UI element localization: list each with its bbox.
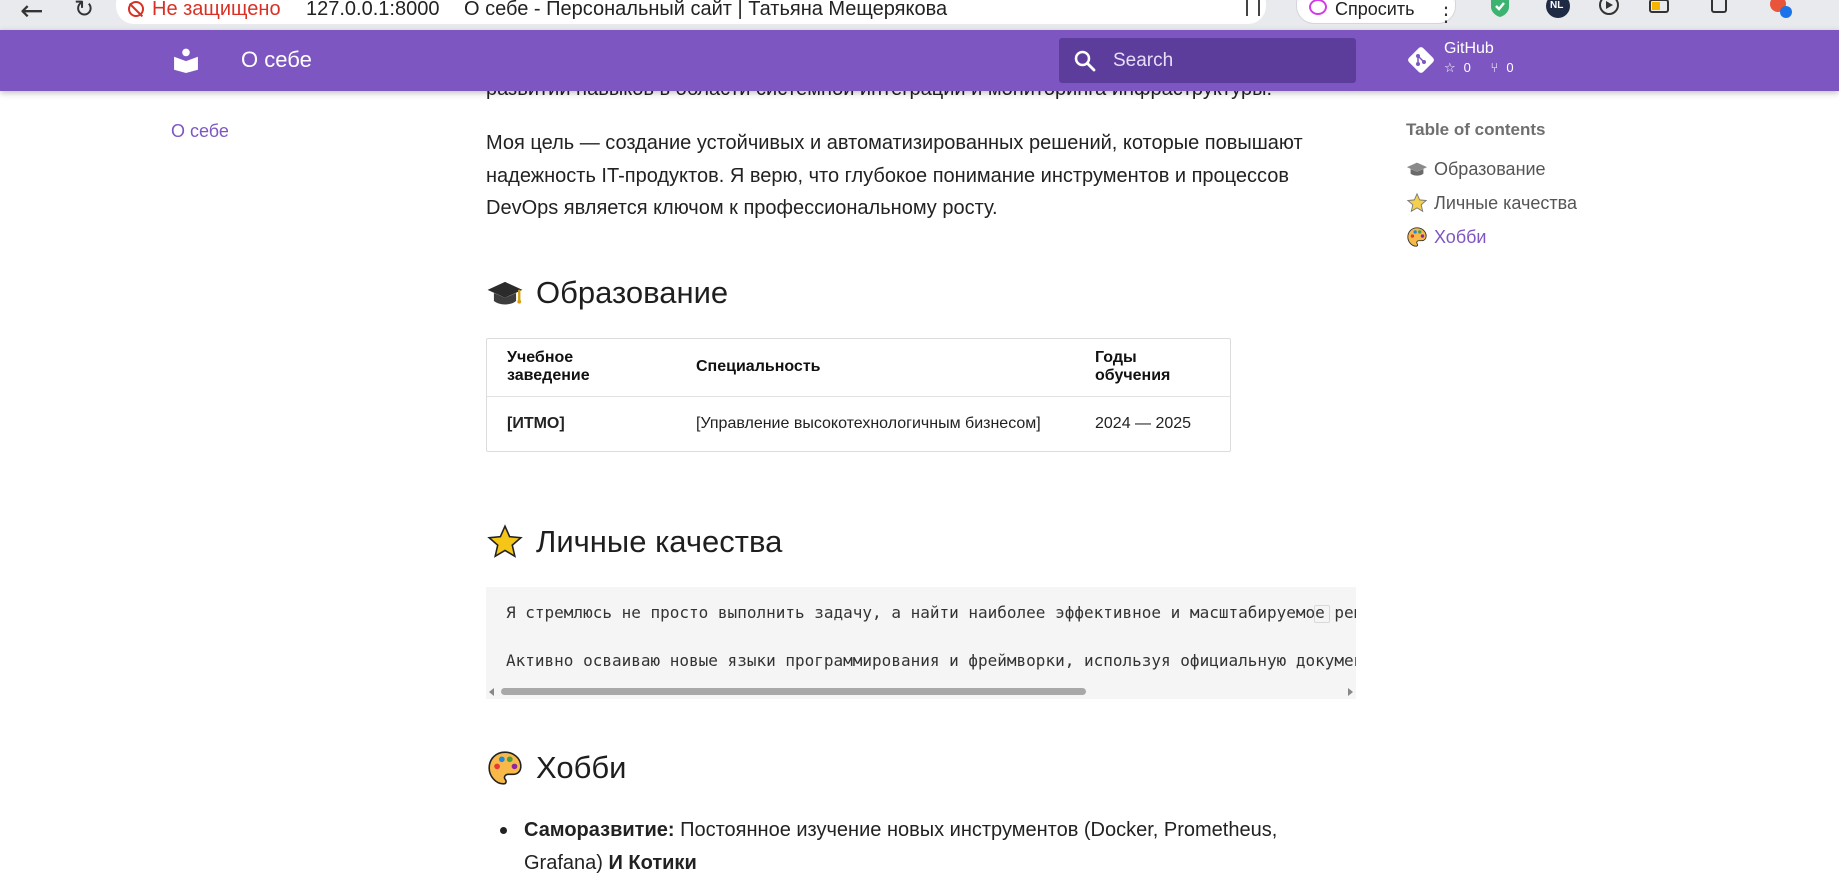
hobby-heading: Хобби	[486, 749, 626, 787]
left-nav-item-about[interactable]: О себе	[171, 121, 229, 142]
search-icon	[1073, 49, 1097, 73]
toc-title: Table of contents	[1406, 120, 1546, 139]
cell-years: 2024 — 2025	[1095, 415, 1192, 433]
browser-toolbar: ← ↻ Не защищено 127.0.0.1:8000 О себе - …	[0, 0, 1839, 30]
toc-item-label: Личные качества	[1434, 192, 1578, 213]
page-title-text: О себе - Персональный сайт | Татьяна Мещ…	[464, 0, 948, 20]
search-box[interactable]	[1059, 38, 1356, 83]
shield-extension-icon[interactable]	[1488, 0, 1512, 18]
bookmark-icon[interactable]	[1246, 0, 1260, 16]
toc-item-hobby[interactable]: Хобби	[1406, 220, 1706, 254]
qualities-code-block[interactable]: Я стремлюсь не просто выполнить задачу, …	[486, 587, 1356, 699]
table-row: [ИТМО] [Управление высокотехнологичным б…	[487, 396, 1230, 452]
graduation-cap-icon	[1406, 158, 1428, 180]
address-bar[interactable]: Не защищено 127.0.0.1:8000 О себе - Перс…	[116, 0, 1266, 24]
copy-icon[interactable]	[1314, 605, 1330, 623]
column-header-years: Годы обучения	[1075, 339, 1230, 397]
search-input[interactable]	[1113, 38, 1343, 83]
header-title: О себе	[241, 47, 312, 72]
hobby-list: Саморазвитие: Постоянное изучение новых …	[486, 814, 1346, 879]
star-count-group: ☆ 0	[1444, 60, 1479, 75]
fork-count-group: ⑂ 0	[1491, 60, 1522, 75]
reload-icon[interactable]: ↻	[74, 0, 94, 23]
star-icon	[486, 523, 524, 561]
book-logo-icon[interactable]	[173, 47, 199, 73]
profile-extension-icon[interactable]	[1768, 0, 1792, 18]
back-arrow-icon[interactable]: ←	[20, 0, 43, 27]
cell-institution: [ИТМО]	[507, 415, 565, 433]
graduation-cap-icon	[486, 274, 524, 312]
ask-icon	[1309, 0, 1327, 15]
qualities-heading: Личные качества	[486, 523, 782, 561]
horizontal-scrollbar[interactable]	[486, 685, 1356, 699]
qualities-heading-text: Личные качества	[536, 524, 783, 559]
column-header-institution: Учебное заведение	[487, 339, 676, 397]
repo-name: GitHub	[1444, 40, 1494, 57]
hobby-item-tail: И Котики	[608, 851, 697, 874]
toc-item-label: Хобби	[1434, 226, 1487, 247]
scrollbar-thumb[interactable]	[501, 688, 1086, 695]
table-of-contents: Table of contents Образование Личные кач…	[1406, 120, 1706, 254]
education-heading-text: Образование	[536, 275, 729, 310]
battery-extension-icon[interactable]	[1648, 0, 1672, 18]
hobby-item-label: Саморазвитие:	[524, 819, 675, 841]
media-extension-icon[interactable]	[1598, 0, 1622, 18]
goal-paragraph: Моя цель — создание устойчивых и автомат…	[486, 132, 1303, 219]
star-icon: ☆	[1444, 60, 1456, 75]
scroll-right-arrow-icon[interactable]	[1348, 688, 1353, 696]
palette-icon	[1406, 226, 1428, 248]
not-secure-icon	[128, 1, 144, 17]
column-header-specialty: Специальность	[676, 339, 1075, 397]
code-line: Активно осваиваю новые языки программиро…	[506, 651, 1356, 670]
code-line: Я стремлюсь не просто выполнить задачу, …	[506, 603, 1356, 622]
fork-count: 0	[1506, 60, 1514, 75]
ask-label: Спросить	[1335, 0, 1415, 19]
toc-item-label: Образование	[1434, 158, 1546, 179]
scroll-left-arrow-icon[interactable]	[489, 688, 494, 696]
repo-facts: ☆ 0 ⑂ 0	[1444, 60, 1530, 76]
hobby-heading-text: Хобби	[536, 750, 627, 785]
cell-specialty: [Управление высокотехнологичным бизнесом…	[696, 415, 1041, 433]
palette-icon	[486, 749, 524, 787]
star-icon	[1406, 192, 1428, 214]
fork-icon: ⑂	[1490, 60, 1499, 75]
collections-icon[interactable]	[1708, 0, 1732, 18]
list-item: Саморазвитие: Постоянное изучение новых …	[486, 814, 1346, 879]
site-header: О себе GitHub ☆0 ⑂0	[0, 30, 1839, 91]
translate-extension-icon[interactable]: NL	[1546, 0, 1570, 18]
security-indicator[interactable]: Не защищено	[128, 0, 281, 21]
git-icon	[1406, 45, 1436, 75]
url-text: 127.0.0.1:8000	[306, 0, 440, 20]
toc-item-education[interactable]: Образование	[1406, 152, 1706, 186]
table-header-row: Учебное заведение Специальность Годы обу…	[487, 339, 1230, 397]
security-label: Не защищено	[152, 0, 281, 20]
education-heading: Образование	[486, 274, 728, 312]
education-table: Учебное заведение Специальность Годы обу…	[486, 338, 1231, 452]
repo-link[interactable]: GitHub ☆ 0 ⑂ 0	[1404, 36, 1564, 84]
more-menu-icon[interactable]: ⋮	[1436, 2, 1456, 27]
toc-item-qualities[interactable]: Личные качества	[1406, 186, 1706, 220]
ask-button[interactable]: Спросить	[1296, 0, 1456, 24]
star-count: 0	[1463, 60, 1471, 75]
